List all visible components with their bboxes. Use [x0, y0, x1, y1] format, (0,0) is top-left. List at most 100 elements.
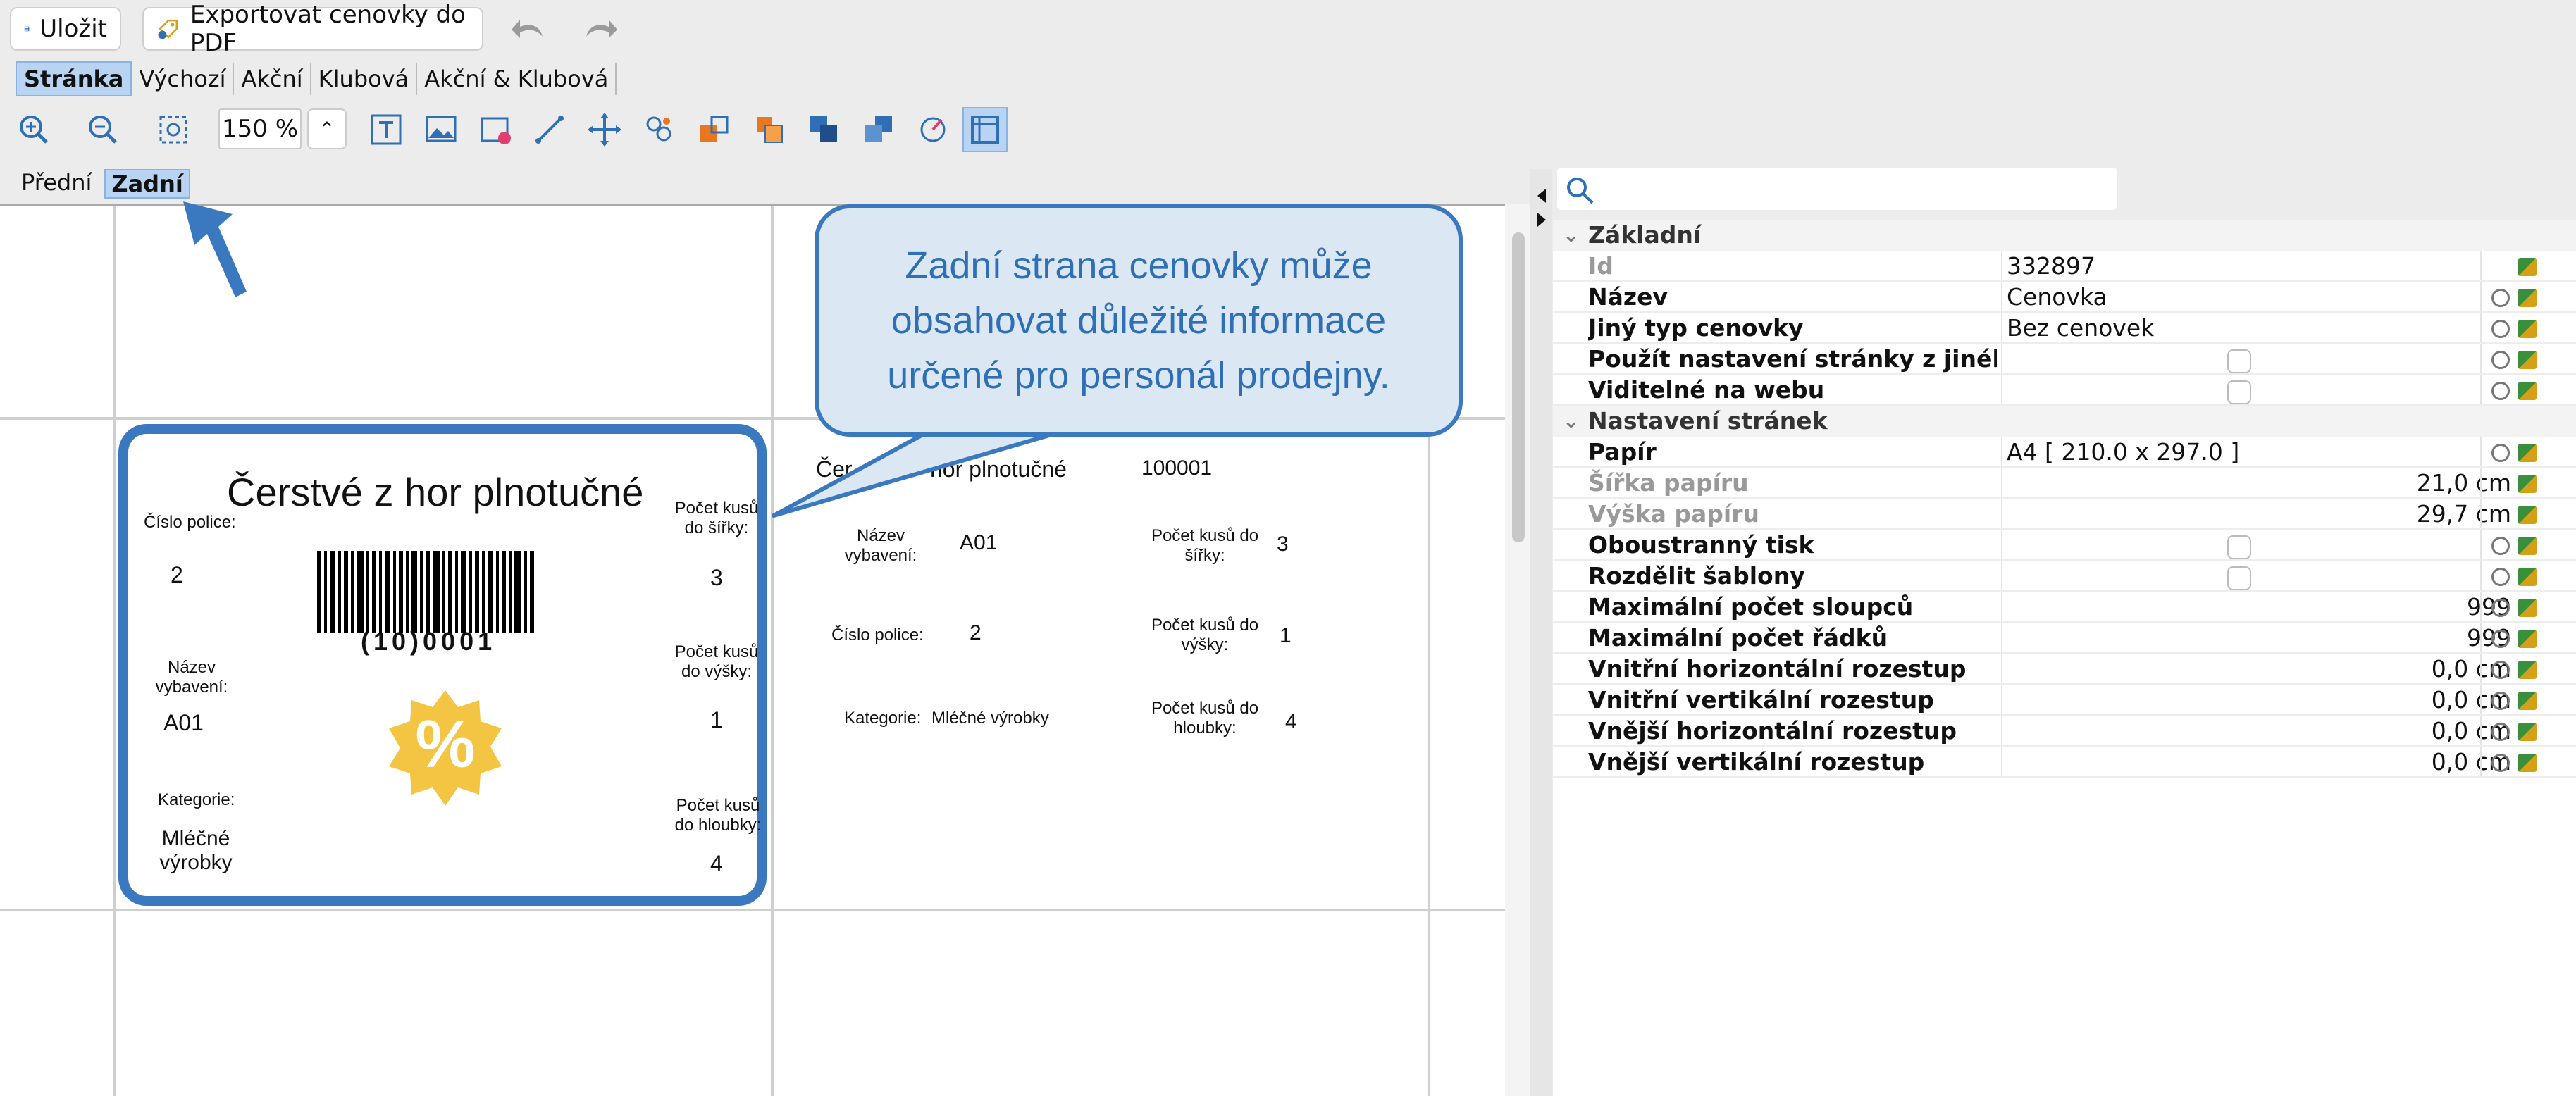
- edit-icon[interactable]: [2518, 661, 2537, 679]
- export-pdf-button[interactable]: Exportovat cenovky do PDF: [142, 1, 483, 57]
- shapes-tool-icon[interactable]: [640, 110, 679, 149]
- right-depth-value: 4: [1285, 710, 1297, 733]
- property-row[interactable]: Viditelné na webu: [1553, 375, 2576, 406]
- edit-icon[interactable]: [2518, 258, 2537, 276]
- edit-icon[interactable]: [2518, 444, 2537, 462]
- property-row[interactable]: Maximální počet sloupců 999: [1553, 592, 2576, 623]
- tab-akcni[interactable]: Akční: [234, 63, 311, 95]
- export-label: Exportovat cenovky do PDF: [190, 1, 466, 57]
- reset-icon[interactable]: [2491, 320, 2510, 338]
- property-checkbox[interactable]: [2227, 535, 2251, 559]
- edit-icon[interactable]: [2518, 382, 2537, 400]
- reset-icon[interactable]: [2491, 382, 2510, 400]
- section-zakladni[interactable]: ⌄ Základní: [1553, 220, 2576, 251]
- reset-icon[interactable]: [2491, 723, 2510, 741]
- collapse-arrows-icon[interactable]: [1536, 187, 1547, 230]
- property-row[interactable]: Papír A4 [ 210.0 x 297.0 ]: [1553, 437, 2576, 468]
- zoom-in-icon[interactable]: [14, 110, 54, 149]
- edit-icon[interactable]: [2518, 754, 2537, 772]
- property-checkbox[interactable]: [2227, 380, 2251, 404]
- property-row[interactable]: Oboustranný tisk: [1553, 530, 2576, 561]
- reset-icon[interactable]: [2491, 289, 2510, 307]
- property-row[interactable]: Vnitřní horizontální rozestup 0,0 cm: [1553, 654, 2576, 685]
- fit-page-icon[interactable]: [154, 110, 193, 149]
- tab-predni[interactable]: Přední: [21, 169, 92, 199]
- side-tabs: Přední Zadní: [21, 169, 190, 199]
- depth-label: Počet kusů do hloubky:: [674, 796, 762, 835]
- edit-icon[interactable]: [2518, 289, 2537, 307]
- grid-toggle-button[interactable]: [962, 107, 1008, 152]
- canvas-scroll-thumb[interactable]: [1512, 232, 1525, 542]
- edit-icon[interactable]: [2518, 320, 2537, 338]
- property-name: Jiný typ cenovky: [1588, 314, 1804, 342]
- right-code: 100001: [1141, 456, 1213, 480]
- property-name: Šířka papíru: [1588, 469, 1749, 497]
- bring-to-front-icon[interactable]: [805, 110, 844, 149]
- property-row[interactable]: Vnější horizontální rozestup 0,0 cm: [1553, 716, 2576, 747]
- reset-icon[interactable]: [2491, 599, 2510, 617]
- property-row[interactable]: Výška papíru 29,7 cm: [1553, 499, 2576, 530]
- property-value[interactable]: Bez cenovek: [2007, 313, 2154, 344]
- property-row[interactable]: Vnější vertikální rozestup 0,0 cm: [1553, 747, 2576, 778]
- edit-icon[interactable]: [2518, 475, 2537, 493]
- edit-icon[interactable]: [2518, 630, 2537, 648]
- bring-forward-icon[interactable]: [695, 110, 734, 149]
- tab-klubova[interactable]: Klubová: [311, 63, 418, 95]
- property-value[interactable]: A4 [ 210.0 x 297.0 ]: [2007, 437, 2239, 468]
- reset-icon[interactable]: [2491, 692, 2510, 710]
- reset-icon[interactable]: [2491, 754, 2510, 772]
- tab-stranka[interactable]: Stránka: [16, 61, 132, 96]
- zoom-field[interactable]: 150 %: [218, 108, 302, 149]
- property-value[interactable]: Cenovka: [2007, 282, 2107, 313]
- depth-value: 4: [710, 851, 723, 876]
- line-tool-icon[interactable]: [530, 110, 569, 149]
- back-label-highlighted[interactable]: Čerstvé z hor plnotučné Číslo police: 2 …: [118, 424, 767, 906]
- tab-akcni-klubova[interactable]: Akční & Klubová: [417, 63, 617, 95]
- property-row[interactable]: Jiný typ cenovky Bez cenovek: [1553, 313, 2576, 344]
- panel-splitter[interactable]: [1530, 169, 1552, 1096]
- section-nastaveni-stranek[interactable]: ⌄ Nastavení stránek: [1553, 406, 2576, 437]
- property-row[interactable]: Vnitřní vertikální rozestup 0,0 cm: [1553, 685, 2576, 716]
- move-tool-icon[interactable]: [585, 110, 624, 149]
- zoom-out-icon[interactable]: [83, 110, 123, 149]
- zoom-stepper[interactable]: ⌃: [307, 108, 347, 149]
- edit-icon[interactable]: [2518, 351, 2537, 369]
- edit-icon[interactable]: [2518, 568, 2537, 586]
- send-backward-icon[interactable]: [750, 110, 789, 149]
- save-button[interactable]: Uložit: [10, 7, 121, 51]
- property-row[interactable]: Název Cenovka: [1553, 282, 2576, 313]
- reset-icon[interactable]: [2491, 630, 2510, 648]
- equip-value: A01: [163, 710, 204, 735]
- property-name: Maximální počet sloupců: [1588, 593, 1914, 621]
- property-search[interactable]: [1557, 168, 2117, 210]
- property-row[interactable]: Rozdělit šablony: [1553, 561, 2576, 592]
- reset-icon[interactable]: [2491, 444, 2510, 462]
- property-checkbox[interactable]: [2227, 566, 2251, 590]
- property-checkbox[interactable]: [2227, 349, 2251, 373]
- property-row[interactable]: Maximální počet řádků 999: [1553, 623, 2576, 654]
- property-name: Vnitřní vertikální rozestup: [1588, 686, 1934, 714]
- property-row[interactable]: Šířka papíru 21,0 cm: [1553, 468, 2576, 499]
- edit-icon[interactable]: [2518, 692, 2537, 710]
- property-row[interactable]: Id 332897: [1553, 251, 2576, 282]
- tab-vychozi[interactable]: Výchozí: [132, 63, 235, 95]
- send-to-back-icon[interactable]: [860, 110, 899, 149]
- property-row[interactable]: Použít nastavení stránky z jiného...: [1553, 344, 2576, 375]
- text-tool-icon[interactable]: [366, 110, 406, 149]
- reset-icon[interactable]: [2491, 351, 2510, 369]
- edit-icon[interactable]: [2518, 506, 2537, 524]
- image-tool-icon[interactable]: [421, 110, 461, 149]
- date-tool-icon[interactable]: [476, 110, 516, 149]
- reset-icon[interactable]: [2491, 661, 2510, 679]
- right-depth-label: Počet kusů do hloubky:: [1151, 699, 1259, 737]
- undo-button[interactable]: [509, 11, 551, 46]
- edit-icon[interactable]: [2518, 537, 2537, 555]
- edit-icon[interactable]: [2518, 723, 2537, 741]
- template-tabs: Stránka Výchozí Akční Klubová Akční & Kl…: [16, 61, 617, 96]
- rotate-tool-icon[interactable]: [913, 110, 953, 149]
- redo-button[interactable]: [578, 11, 620, 46]
- edit-icon[interactable]: [2518, 599, 2537, 617]
- discount-badge-text: %: [415, 706, 476, 782]
- reset-icon[interactable]: [2491, 568, 2510, 586]
- reset-icon[interactable]: [2491, 537, 2510, 555]
